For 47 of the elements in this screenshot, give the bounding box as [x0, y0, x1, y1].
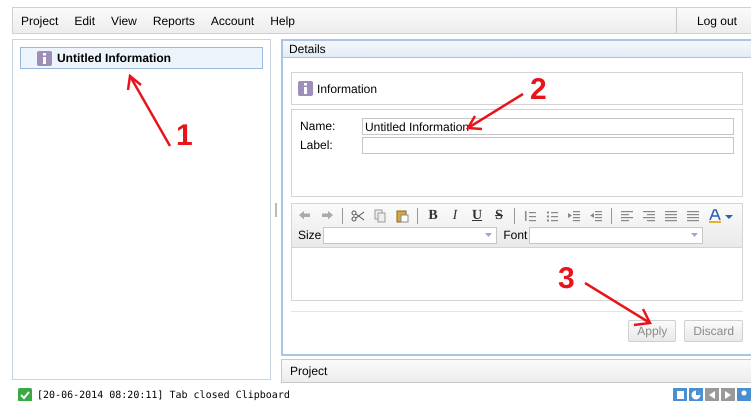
menu-item[interactable]: Project: [13, 14, 66, 28]
dropdown-arrow-icon: [485, 233, 492, 237]
field-label: Name:: [300, 118, 336, 135]
menu-item[interactable]: Reports: [144, 14, 203, 28]
format-button[interactable]: B: [426, 208, 440, 224]
align-center-icon[interactable]: [664, 209, 678, 223]
scissors-icon[interactable]: [351, 209, 365, 223]
size-label: Size: [298, 228, 322, 242]
annotation-number: 1: [176, 121, 193, 151]
align-right-icon[interactable]: [642, 209, 656, 223]
align-left-icon[interactable]: [620, 209, 634, 223]
logout-button[interactable]: Log out: [676, 8, 751, 33]
tree-item[interactable]: Untitled Information: [20, 47, 263, 69]
copy-icon[interactable]: [373, 209, 387, 223]
pie-chart-icon[interactable]: [689, 388, 703, 401]
outdent-icon[interactable]: [589, 209, 603, 223]
text-field[interactable]: [362, 137, 734, 154]
info-icon: [37, 50, 52, 66]
annotation-arrow: [584, 282, 652, 326]
font-label: Font: [503, 228, 528, 242]
text-color-icon[interactable]: [708, 209, 734, 223]
indent-icon[interactable]: [567, 209, 581, 223]
format-button[interactable]: U: [470, 208, 484, 224]
menu-item[interactable]: Edit: [66, 14, 104, 28]
format-button[interactable]: S: [492, 208, 506, 224]
bullet-list-icon[interactable]: [545, 209, 559, 223]
annotation-number: 3: [558, 264, 575, 294]
text-field[interactable]: Untitled Information: [362, 118, 734, 135]
menu-item[interactable]: View: [103, 14, 145, 28]
align-justify-icon[interactable]: [686, 209, 700, 223]
field-label: Label:: [300, 137, 334, 154]
annotation-number: 2: [530, 75, 547, 105]
paste-icon[interactable]: [395, 209, 409, 223]
menu-item[interactable]: Help: [262, 14, 303, 28]
numbered-list-icon[interactable]: [523, 209, 537, 223]
format-button[interactable]: I: [448, 208, 462, 224]
panel-title: Details: [283, 41, 751, 58]
left-arrow-icon[interactable]: [705, 388, 719, 401]
right-arrow-icon[interactable]: [721, 388, 735, 401]
splitter-handle[interactable]: [275, 202, 277, 216]
dropdown-arrow-icon: [691, 233, 698, 237]
info-icon: [298, 81, 313, 96]
font-dropdown[interactable]: [529, 226, 704, 244]
section-title: Information: [317, 82, 378, 96]
status-message: [20-06-2014 08:20:11] Tab closed Clipboard: [37, 390, 290, 400]
menu-item[interactable]: Account: [202, 14, 262, 28]
project-bar[interactable]: Project: [281, 359, 751, 383]
